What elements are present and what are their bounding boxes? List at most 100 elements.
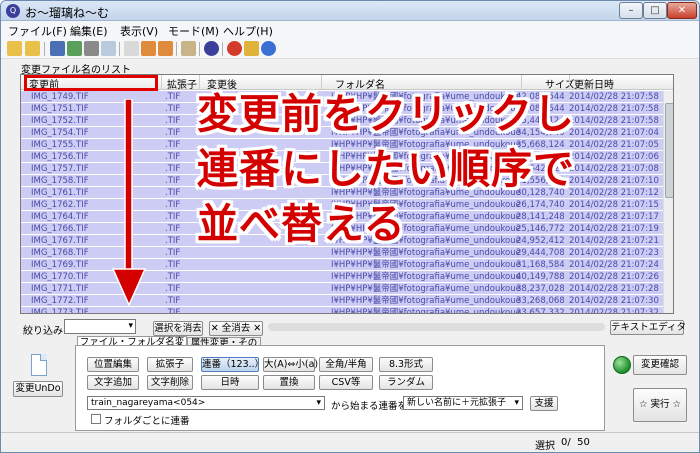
extension-cell: .TIF <box>165 308 181 314</box>
paste-icon[interactable] <box>124 41 139 56</box>
window-title: お〜瑠璃ね〜む <box>25 6 110 20</box>
file-name-cell: IMG_1754.TIF <box>31 128 89 138</box>
file-name-cell: IMG_1768.TIF <box>31 248 89 258</box>
globe-icon <box>613 356 631 374</box>
date-cell: 2014/02/28 21:07:26 <box>569 272 659 282</box>
text-editor-button[interactable]: テキストエディタ <box>610 320 686 335</box>
op-delete-text[interactable]: 文字削除 <box>147 375 193 390</box>
menu-file[interactable]: ファイル(F) <box>8 23 67 39</box>
toolbar <box>1 39 699 59</box>
settings-icon[interactable] <box>244 41 259 56</box>
maximize-button[interactable]: □ <box>643 2 667 19</box>
document-icon <box>31 354 47 376</box>
menu-view[interactable]: 表示(V) <box>120 23 158 39</box>
date-cell: 2014/02/28 21:07:32 <box>569 308 659 314</box>
refresh-icon[interactable] <box>67 41 82 56</box>
file-name-cell: IMG_1764.TIF <box>31 212 89 222</box>
extension-cell: .TIF <box>165 224 181 234</box>
op-case[interactable]: 大(A)⇔小(a) <box>263 357 318 372</box>
date-cell: 2014/02/28 21:07:28 <box>569 284 659 294</box>
folder-cell: I¥HP¥HP¥鬣帝國¥fotografia¥ume_undoukoue <box>331 308 521 314</box>
date-cell: 2014/02/28 21:07:24 <box>569 260 659 270</box>
op-extension[interactable]: 拡張子 <box>147 357 193 372</box>
instruction-overlay: 変更前をクリックし 連番にしたい順序で 並べ替える <box>197 87 667 252</box>
clear-selection-button[interactable]: 選択を消去 <box>153 321 203 336</box>
per-folder-checkbox[interactable] <box>91 414 101 424</box>
chevron-down-icon: ▾ <box>128 321 133 331</box>
file-name-cell: IMG_1767.TIF <box>31 236 89 246</box>
extension-cell: .TIF <box>165 104 181 114</box>
filter-select[interactable]: ▾ <box>64 319 136 334</box>
open-folder-icon[interactable] <box>7 41 22 56</box>
header-ext[interactable]: 拡張子 <box>167 76 197 91</box>
op-datetime[interactable]: 日時 <box>201 375 259 390</box>
file-name-cell: IMG_1773.TIF <box>31 308 89 314</box>
extension-cell: .TIF <box>165 296 181 306</box>
extension-cell: .TIF <box>165 200 181 210</box>
extension-cell: .TIF <box>165 188 181 198</box>
title-bar: Q お〜瑠璃ね〜む – □ ✕ <box>1 1 699 21</box>
copy-icon[interactable] <box>101 41 116 56</box>
minimize-button[interactable]: – <box>619 2 643 19</box>
support-button[interactable]: 支援 <box>530 396 558 411</box>
help-icon[interactable] <box>261 41 276 56</box>
file-name-cell: IMG_1757.TIF <box>31 164 89 174</box>
status-count: 0/ 50 <box>561 437 590 448</box>
menu-edit[interactable]: 編集(E) <box>70 23 108 39</box>
extension-cell: .TIF <box>165 284 181 294</box>
op-position-edit[interactable]: 位置編集 <box>87 357 139 372</box>
order-select[interactable]: 新しい名前に＋元拡張子 ▾ <box>403 396 523 410</box>
date-cell: 2014/02/28 21:07:30 <box>569 296 659 306</box>
file-name-cell: IMG_1756.TIF <box>31 152 89 162</box>
op-random[interactable]: ランダム <box>379 375 433 390</box>
extension-cell: .TIF <box>165 248 181 258</box>
stop-icon[interactable] <box>227 41 242 56</box>
folder-cell: I¥HP¥HP¥鬣帝國¥fotografia¥ume_undoukoue <box>331 260 521 270</box>
highlight-box <box>24 75 158 91</box>
op-replace[interactable]: 置換 <box>263 375 315 390</box>
size-cell: 40,149,788 <box>516 272 565 282</box>
instruction-line-2: 連番にしたい順序で <box>197 145 575 193</box>
horizontal-scrollbar[interactable] <box>268 323 605 331</box>
op-numbering[interactable]: 連番（123..） <box>201 357 264 372</box>
menu-help[interactable]: ヘルプ(H) <box>223 23 273 39</box>
clear-all-button[interactable]: ✕ 全消去 ✕ <box>209 321 263 336</box>
file-name-cell: IMG_1751.TIF <box>31 104 89 114</box>
extension-cell: .TIF <box>165 212 181 222</box>
app-logo-icon[interactable] <box>204 41 219 56</box>
file-name-cell: IMG_1762.TIF <box>31 200 89 210</box>
op-width[interactable]: 全角/半角 <box>319 357 373 372</box>
list-icon[interactable] <box>181 41 196 56</box>
file-name-cell: IMG_1770.TIF <box>31 272 89 282</box>
save-icon[interactable] <box>50 41 65 56</box>
size-cell: 31,168,584 <box>516 260 565 270</box>
op-83[interactable]: 8.3形式 <box>379 357 433 372</box>
down-arrow-icon <box>111 99 147 307</box>
folder-cell: I¥HP¥HP¥鬣帝國¥fotografia¥ume_undoukoue <box>331 272 521 282</box>
open-file-icon[interactable] <box>25 41 40 56</box>
size-cell: 33,657,332 <box>516 308 565 314</box>
menu-mode[interactable]: モード(M) <box>168 23 219 39</box>
template-value: train_nagareyama<054> <box>91 398 206 408</box>
undo-button[interactable]: 変更UnDo <box>13 381 63 397</box>
execute-button[interactable]: ☆ 実行 ☆ <box>633 388 687 422</box>
confirm-button[interactable]: 変更確認 <box>633 355 687 375</box>
file-name-cell: IMG_1755.TIF <box>31 140 89 150</box>
file-name-cell: IMG_1771.TIF <box>31 284 89 294</box>
folder-cell: I¥HP¥HP¥鬣帝國¥fotografia¥ume_undoukoue <box>331 296 521 306</box>
extension-cell: .TIF <box>165 272 181 282</box>
extension-cell: .TIF <box>165 152 181 162</box>
op-add-text[interactable]: 文字追加 <box>87 375 139 390</box>
move-up-icon[interactable] <box>141 41 156 56</box>
menu-bar: ファイル(F) 編集(E) 表示(V) モード(M) ヘルプ(H) <box>1 21 699 39</box>
move-down-icon[interactable] <box>158 41 173 56</box>
op-csv[interactable]: CSV等 <box>319 375 373 390</box>
close-button[interactable]: ✕ <box>667 2 697 19</box>
file-name-cell: IMG_1749.TIF <box>31 92 89 102</box>
chevron-down-icon: ▾ <box>514 398 519 408</box>
extension-cell: .TIF <box>165 164 181 174</box>
instruction-line-1: 変更前をクリックし <box>197 90 575 138</box>
template-select[interactable]: train_nagareyama<054> ▾ <box>87 396 325 410</box>
main-window: Q お〜瑠璃ね〜む – □ ✕ ファイル(F) 編集(E) 表示(V) モード(… <box>0 0 700 453</box>
cut-icon[interactable] <box>84 41 99 56</box>
